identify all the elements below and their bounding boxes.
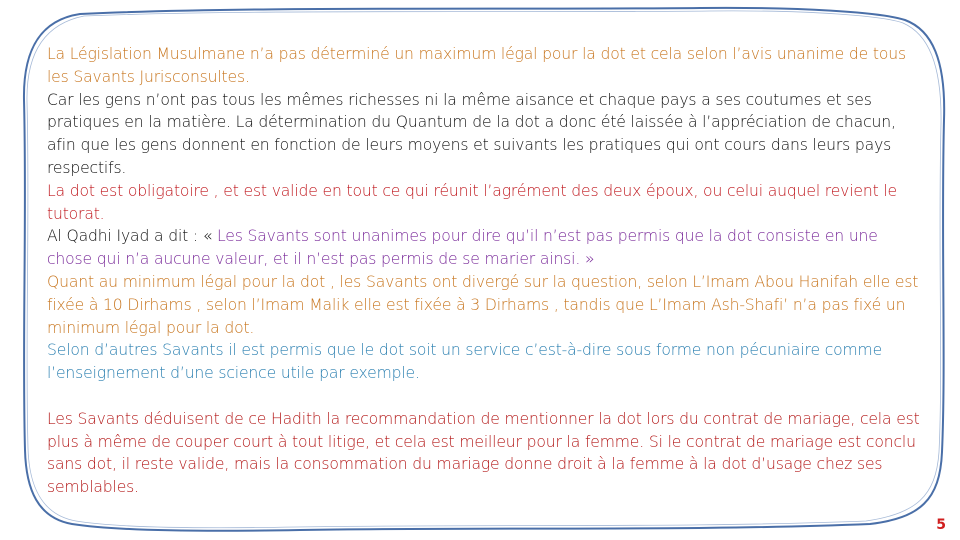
paragraph-qadhi-iyad: Al Qadhi Iyad a dit : « Les Savants sont… xyxy=(47,225,927,271)
slide: La Législation Musulmane n’a pas détermi… xyxy=(0,0,960,540)
paragraph-hadith: Les Savants déduisent de ce Hadith la re… xyxy=(47,409,920,497)
quote-lead: Al Qadhi Iyad a dit : « xyxy=(47,227,218,246)
paragraph-minimum-legal: Quant au minimum légal pour la dot , les… xyxy=(47,272,919,337)
paragraph-dot-obligatoire: La dot est obligatoire , et est valide e… xyxy=(47,181,898,223)
page-number: 5 xyxy=(936,517,946,533)
paragraph-richesses: Car les gens n’ont pas tous les mêmes ri… xyxy=(47,90,896,177)
paragraph-service: Selon d’autres Savants il est permis que… xyxy=(47,341,883,383)
text-body: La Législation Musulmane n’a pas détermi… xyxy=(47,43,927,499)
paragraph-max-legal: La Législation Musulmane n’a pas détermi… xyxy=(47,45,906,86)
